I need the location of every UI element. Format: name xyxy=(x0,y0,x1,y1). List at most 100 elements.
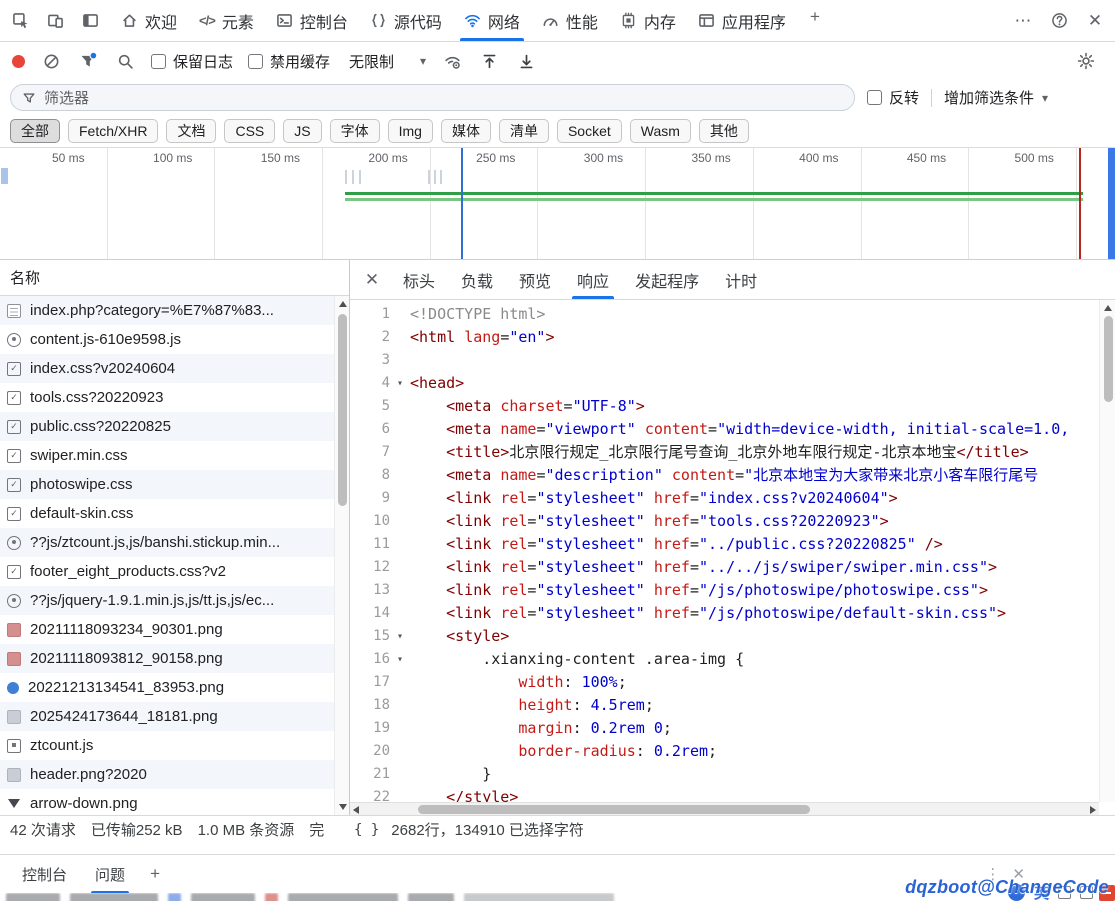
request-row[interactable]: photoswipe.css xyxy=(0,470,334,499)
request-row[interactable]: 20221213134541_83953.png xyxy=(0,673,334,702)
disable-cache-checkbox[interactable]: 禁用缓存 xyxy=(248,51,330,72)
sources-icon xyxy=(370,12,387,29)
record-button[interactable] xyxy=(12,55,25,68)
scrollbar-thumb[interactable] xyxy=(338,314,347,506)
filter-chip[interactable]: Img xyxy=(388,119,433,143)
code-horizontal-scrollbar[interactable] xyxy=(350,802,1099,815)
export-har-icon[interactable] xyxy=(515,44,537,78)
request-row[interactable]: footer_eight_products.css?v2 xyxy=(0,557,334,586)
request-row[interactable]: arrow-down.png xyxy=(0,789,334,815)
help-icon[interactable] xyxy=(1041,4,1077,38)
tab-performance[interactable]: 性能 xyxy=(531,0,609,41)
filter-chip[interactable]: Fetch/XHR xyxy=(68,119,158,143)
device-toolbar-icon[interactable] xyxy=(38,4,72,38)
tab-welcome[interactable]: 欢迎 xyxy=(110,0,188,41)
tab-timing[interactable]: 计时 xyxy=(712,260,770,299)
scroll-left-icon[interactable] xyxy=(353,806,359,814)
invert-checkbox[interactable]: 反转 xyxy=(867,87,919,108)
request-row[interactable]: index.css?v20240604 xyxy=(0,354,334,383)
timeline-tick: 350 ms xyxy=(646,148,754,259)
request-list-scrollbar[interactable] xyxy=(334,296,349,815)
request-row[interactable]: ??js/jquery-1.9.1.min.js,js/tt.js,js/ec.… xyxy=(0,586,334,615)
timeline-right-bar xyxy=(1108,148,1115,259)
tab-payload[interactable]: 负载 xyxy=(448,260,506,299)
search-icon[interactable] xyxy=(114,44,136,78)
filter-funnel-icon[interactable] xyxy=(77,44,99,78)
request-row[interactable]: header.png?2020 xyxy=(0,760,334,789)
fold-icon[interactable]: ▾ xyxy=(390,648,410,671)
checkbox-box[interactable] xyxy=(151,54,166,69)
request-row[interactable]: public.css?20220825 xyxy=(0,412,334,441)
tab-application[interactable]: 应用程序 xyxy=(687,0,797,41)
tab-console[interactable]: 控制台 xyxy=(265,0,359,41)
tab-sources[interactable]: 源代码 xyxy=(359,0,453,41)
settings-gear-icon[interactable] xyxy=(1069,44,1103,78)
request-row[interactable]: index.php?category=%E7%87%83... xyxy=(0,296,334,325)
scrollbar-thumb[interactable] xyxy=(418,805,810,814)
filter-chip[interactable]: Socket xyxy=(557,119,622,143)
filter-chip[interactable]: CSS xyxy=(224,119,275,143)
drawer-tab-console[interactable]: 控制台 xyxy=(8,855,81,893)
tab-network[interactable]: 网络 xyxy=(453,0,531,41)
devtools-tab-bar: 欢迎 </> 元素 控制台 xyxy=(0,0,1115,42)
filter-chip[interactable]: 全部 xyxy=(10,119,60,143)
tab-headers[interactable]: 标头 xyxy=(390,260,448,299)
filter-chip[interactable]: 媒体 xyxy=(441,119,491,143)
add-panel-button[interactable]: + xyxy=(797,0,833,34)
filter-chip[interactable]: JS xyxy=(283,119,321,143)
tab-label: 负载 xyxy=(461,268,493,292)
drawer-tab-issues[interactable]: 问题 xyxy=(81,855,139,893)
filter-chip[interactable]: Wasm xyxy=(630,119,691,143)
fold-icon[interactable]: ▾ xyxy=(390,372,410,395)
request-row[interactable]: 20211118093812_90158.png xyxy=(0,644,334,673)
request-name: index.css?v20240604 xyxy=(30,360,175,377)
more-options-icon[interactable]: ⋯ xyxy=(1005,4,1041,38)
layout-panel-icon[interactable] xyxy=(73,4,107,38)
preserve-log-checkbox[interactable]: 保留日志 xyxy=(151,51,233,72)
checkbox-box[interactable] xyxy=(248,54,263,69)
network-conditions-icon[interactable] xyxy=(441,44,463,78)
request-row[interactable]: swiper.min.css xyxy=(0,441,334,470)
filter-input[interactable]: 筛选器 xyxy=(10,84,855,111)
request-row[interactable]: content.js-610e9598.js xyxy=(0,325,334,354)
tab-response[interactable]: 响应 xyxy=(564,260,622,299)
column-header-name[interactable]: 名称 xyxy=(0,260,349,296)
add-drawer-tab-button[interactable]: + xyxy=(139,855,171,893)
tick-label: 250 ms xyxy=(476,151,515,165)
scroll-down-icon[interactable] xyxy=(339,804,347,810)
request-row[interactable]: 20211118093234_90301.png xyxy=(0,615,334,644)
scroll-up-icon[interactable] xyxy=(339,301,347,307)
format-button[interactable]: { } xyxy=(354,822,379,838)
scroll-up-icon[interactable] xyxy=(1104,305,1112,311)
fold-icon[interactable]: ▾ xyxy=(390,625,410,648)
request-row[interactable]: ??js/ztcount.js,js/banshi.stickup.min... xyxy=(0,528,334,557)
checkbox-box[interactable] xyxy=(867,90,882,105)
filter-chip[interactable]: 清单 xyxy=(499,119,549,143)
clear-icon[interactable] xyxy=(40,44,62,78)
filter-chip[interactable]: 字体 xyxy=(330,119,380,143)
code-line: 7 <title>北京限行规定_北京限行尾号查询_北京外地车限行规定-北京本地宝… xyxy=(350,441,1099,464)
request-row[interactable]: default-skin.css xyxy=(0,499,334,528)
request-row[interactable]: ztcount.js xyxy=(0,731,334,760)
tab-preview[interactable]: 预览 xyxy=(506,260,564,299)
close-panel-icon[interactable]: ✕ xyxy=(354,260,390,299)
tab-memory[interactable]: 内存 xyxy=(609,0,687,41)
timeline-overview[interactable]: 50 ms 100 ms 150 ms 200 ms 250 ms xyxy=(0,148,1115,260)
code-vertical-scrollbar[interactable] xyxy=(1099,300,1115,802)
throttling-select[interactable]: 无限制 ▾ xyxy=(349,51,426,72)
response-code[interactable]: 1<!DOCTYPE html>2<html lang="en">34▾<hea… xyxy=(350,300,1099,815)
scrollbar-thumb[interactable] xyxy=(1104,316,1113,402)
tab-elements[interactable]: </> 元素 xyxy=(188,0,265,41)
request-row[interactable]: 2025424173644_18181.png xyxy=(0,702,334,731)
filter-chip[interactable]: 其他 xyxy=(699,119,749,143)
application-icon xyxy=(698,12,715,29)
more-filters-button[interactable]: 增加筛选条件 ▾ xyxy=(944,87,1048,108)
import-har-icon[interactable] xyxy=(478,44,500,78)
scroll-right-icon[interactable] xyxy=(1090,806,1096,814)
request-row[interactable]: tools.css?20220923 xyxy=(0,383,334,412)
tab-initiator[interactable]: 发起程序 xyxy=(622,260,712,299)
inspect-icon[interactable] xyxy=(3,4,37,38)
clipped-text: 完 xyxy=(309,819,324,840)
close-devtools-icon[interactable]: ✕ xyxy=(1077,4,1113,38)
filter-chip[interactable]: 文档 xyxy=(166,119,216,143)
